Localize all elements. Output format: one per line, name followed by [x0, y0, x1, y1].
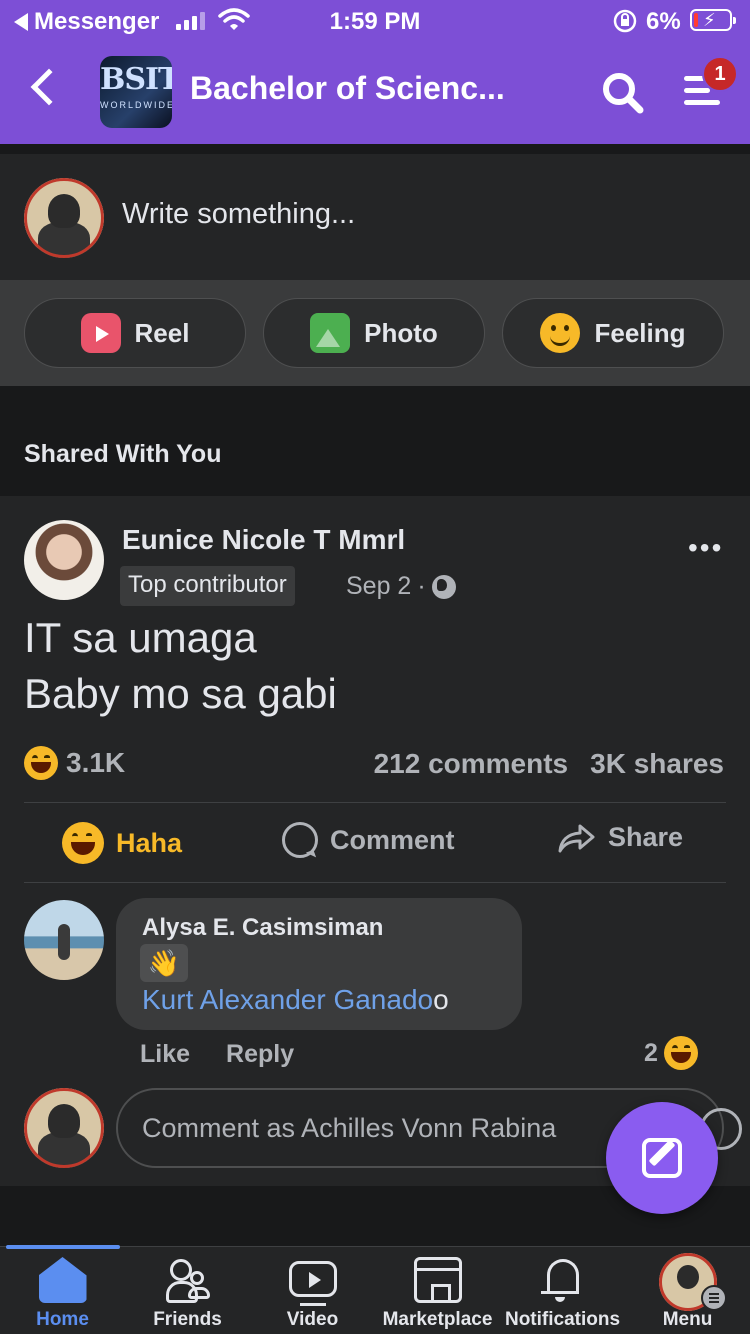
comment-actions: Like Reply [140, 1040, 294, 1069]
waving-hand-icon: 👋 [140, 944, 188, 982]
post-card: Eunice Nicole T Mmrl ••• Top contributor… [0, 496, 750, 1186]
share-arrow-icon [558, 824, 595, 852]
tab-notifications[interactable]: Notifications [500, 1247, 625, 1334]
tab-label: Marketplace [382, 1309, 493, 1330]
divider [24, 802, 726, 803]
battery-icon: ⚡ [690, 9, 736, 31]
comment-like-button[interactable]: Like [140, 1040, 190, 1069]
haha-label: Haha [116, 827, 183, 858]
compose-button[interactable] [606, 1102, 718, 1214]
share-button[interactable]: Share [558, 822, 683, 853]
tab-label: Notifications [504, 1309, 621, 1330]
top-bar: Messenger 1:59 PM 6% ⚡ BSIT WORLDWIDE Ba… [0, 0, 750, 144]
rotation-lock-icon [613, 9, 637, 33]
shares-count[interactable]: 3K shares [590, 748, 724, 780]
haha-icon [62, 822, 104, 864]
photo-label: Photo [364, 317, 438, 348]
comment-mention[interactable]: Kurt Alexander Ganado [142, 984, 433, 1015]
tab-label: Friends [153, 1309, 222, 1330]
comment-trailing: o [433, 984, 449, 1015]
marketplace-icon [413, 1257, 462, 1303]
feeling-button[interactable]: Feeling [502, 298, 724, 368]
post-meta: Sep 2 · [346, 572, 456, 601]
tab-bar: Home Friends Video Marketplace Notificat… [0, 1245, 750, 1334]
post-text-line1: IT sa umaga [24, 614, 257, 661]
photo-icon [310, 313, 351, 353]
group-title[interactable]: Bachelor of Scienc... [190, 70, 550, 107]
status-bar: Messenger 1:59 PM 6% ⚡ [0, 0, 750, 40]
haha-reaction-icon [24, 746, 58, 780]
notification-badge: 1 [702, 56, 738, 92]
logo-text: BSIT [100, 62, 172, 97]
tab-marketplace[interactable]: Marketplace [375, 1247, 500, 1334]
group-logo[interactable]: BSIT WORLDWIDE [100, 56, 172, 128]
comment-bubble-icon [282, 822, 318, 858]
comment-text: Kurt Alexander Ganadoo [142, 984, 449, 1016]
comment-reactions[interactable]: 2 [644, 1036, 698, 1070]
globe-icon [431, 574, 456, 599]
tab-label: Home [36, 1309, 89, 1330]
comment-bubble[interactable]: Alysa E. Casimsiman 👋 Kurt Alexander Gan… [116, 898, 522, 1030]
engagement-counts: 212 comments 3K shares [374, 748, 724, 780]
user-avatar[interactable] [24, 178, 104, 258]
user-avatar[interactable] [24, 1088, 104, 1168]
more-options-icon[interactable]: ••• [688, 532, 723, 564]
reel-label: Reel [134, 317, 190, 348]
battery-percent: 6% [646, 8, 681, 35]
reaction-count: 3.1K [66, 747, 126, 778]
reel-button[interactable]: Reel [24, 298, 246, 368]
edit-icon [642, 1138, 682, 1178]
post-text-line2: Baby mo sa gabi [24, 670, 337, 717]
top-contributor-badge: Top contributor [120, 566, 295, 606]
composer-prompt[interactable]: Write something... [122, 198, 355, 231]
tab-label: Video [286, 1309, 339, 1330]
comment-label: Comment [330, 824, 455, 855]
meta-separator: · [417, 572, 426, 600]
feeling-label: Feeling [594, 317, 686, 348]
post-author[interactable]: Eunice Nicole T Mmrl [122, 524, 405, 556]
commenter-name[interactable]: Alysa E. Casimsiman [142, 914, 383, 942]
comment-reaction-count: 2 [644, 1038, 658, 1067]
divider [24, 882, 726, 883]
post-composer[interactable]: Write something... [0, 154, 750, 280]
tab-label: Menu [662, 1309, 713, 1330]
menu-icon [701, 1285, 727, 1311]
search-icon[interactable] [600, 70, 644, 114]
share-label: Share [608, 822, 684, 852]
feeling-icon [540, 313, 581, 353]
bell-icon [539, 1257, 587, 1303]
haha-button[interactable]: Haha [62, 822, 182, 864]
post-date[interactable]: Sep 2 [346, 572, 411, 601]
friends-icon [164, 1257, 212, 1303]
logo-subtext: WORLDWIDE [100, 100, 172, 110]
reel-icon [80, 313, 121, 353]
comments-count[interactable]: 212 comments [374, 748, 569, 780]
comment-button[interactable]: Comment [282, 822, 455, 858]
composer-actions: Reel Photo Feeling [0, 280, 750, 386]
tab-menu[interactable]: Menu [625, 1247, 750, 1334]
haha-reaction-icon [663, 1036, 698, 1070]
comment-reply-button[interactable]: Reply [226, 1040, 294, 1069]
photo-button[interactable]: Photo [263, 298, 485, 368]
author-avatar[interactable] [24, 520, 104, 600]
group-header: BSIT WORLDWIDE Bachelor of Scienc... 1 [0, 50, 750, 134]
tab-home[interactable]: Home [0, 1247, 125, 1334]
back-chevron-icon[interactable] [30, 68, 68, 106]
commenter-avatar[interactable] [24, 900, 104, 980]
section-title: Shared With You [24, 440, 222, 468]
tab-friends[interactable]: Friends [125, 1247, 250, 1334]
reaction-summary[interactable]: 3.1K [24, 746, 125, 780]
home-icon [38, 1257, 87, 1303]
video-icon [288, 1261, 337, 1306]
tab-video[interactable]: Video [250, 1247, 375, 1334]
post-action-row: Haha Comment Share [0, 806, 750, 880]
